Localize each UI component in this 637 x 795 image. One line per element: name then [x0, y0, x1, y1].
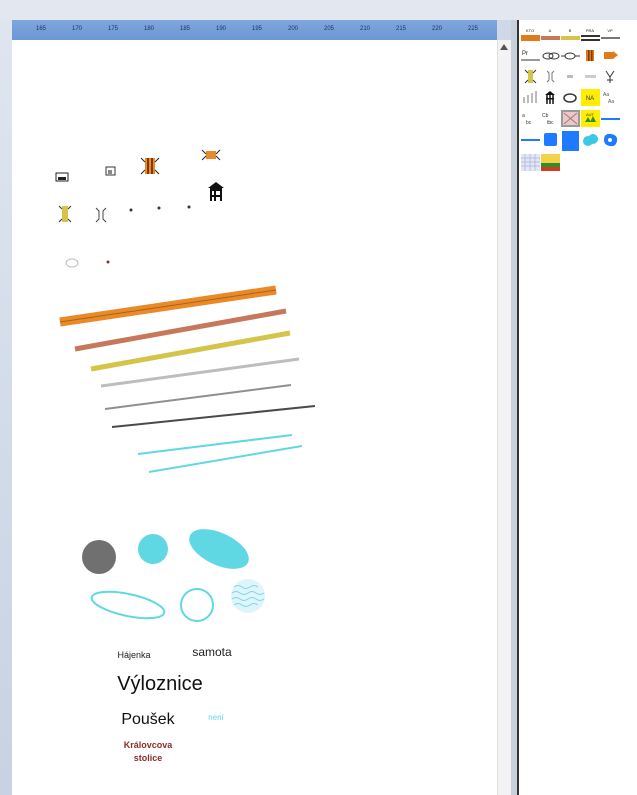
ruler-tick: 180 [143, 26, 155, 32]
palette-bridge-olive-icon[interactable] [521, 68, 540, 85]
palette-swatch-gray[interactable]: VP [601, 26, 620, 43]
palette-na-label-tool[interactable]: NA [581, 89, 600, 106]
ruler-tick: 175 [107, 26, 119, 32]
point-marker-icon[interactable] [157, 206, 161, 210]
cyan-lake-shape[interactable] [183, 521, 255, 577]
palette-pond-tool[interactable] [561, 131, 580, 151]
palette-dot-icon[interactable] [561, 68, 580, 85]
cyan-outline-circle[interactable] [180, 588, 214, 622]
ruler-tick: 165 [35, 26, 47, 32]
bridge-small-orange-icon[interactable] [201, 149, 221, 161]
swatch-label: NA [586, 96, 594, 102]
palette-blue-line-tool[interactable] [601, 110, 620, 127]
point-marker-icon[interactable] [187, 205, 191, 209]
palette-label-caps-tool[interactable]: Cb tbc [541, 110, 560, 127]
swatch-label: AUT [586, 112, 595, 117]
swatch-label: Pr [522, 51, 528, 57]
palette-wetland-pattern-tool[interactable] [521, 154, 540, 171]
bridge-gray-icon[interactable] [95, 207, 107, 223]
palette-river-tool[interactable] [521, 131, 540, 148]
swatch-label: A [549, 28, 552, 33]
point-marker-icon[interactable] [129, 208, 133, 212]
label-pousek[interactable]: Poušek [121, 711, 174, 729]
palette-swatch-brown[interactable]: A [541, 26, 560, 43]
red-point-icon[interactable] [106, 260, 110, 264]
ruler-tick: 185 [179, 26, 191, 32]
lookout-tower-icon[interactable] [208, 182, 224, 201]
palette-label-small-tool[interactable]: a bc [521, 110, 540, 127]
palette-chain-icon[interactable] [561, 47, 580, 64]
palette-swatch-double[interactable]: PRA [581, 26, 600, 43]
palette-fence-icon[interactable] [521, 89, 540, 106]
spring-icon[interactable] [65, 258, 79, 268]
ruler-tick: 195 [251, 26, 263, 32]
ruler-tick: 200 [287, 26, 299, 32]
symbol-palette: KTO A B PRA VP Pr NA Aa Aa a bc Cb tbc A… [517, 20, 637, 795]
palette-bridge-gray-icon[interactable] [541, 68, 560, 85]
palette-water-square-tool[interactable] [541, 131, 560, 148]
vertical-scrollbar[interactable] [497, 40, 512, 795]
bridge-olive-icon[interactable] [58, 205, 72, 223]
label-samota[interactable]: samota [192, 645, 231, 659]
line-samples [59, 285, 316, 473]
palette-blob-tool[interactable] [601, 131, 620, 148]
map-canvas[interactable]: Hájenka samota Výloznice Poušek není Krá… [12, 40, 497, 795]
wetland-pattern-shape[interactable] [231, 579, 265, 613]
ruler-tick: 215 [395, 26, 407, 32]
label-hajenka[interactable]: Hájenka [117, 650, 150, 660]
window-left-edge [0, 0, 12, 795]
palette-aut-area-tool[interactable]: AUT [581, 110, 600, 127]
label-stolice[interactable]: stolice [134, 753, 163, 763]
palette-hatch-area-selected[interactable] [561, 110, 580, 127]
palette-bridge-arrow-icon[interactable] [601, 47, 620, 64]
horizontal-ruler: 165 170 175 180 185 190 195 200 205 210 … [12, 20, 497, 41]
palette-fork-icon[interactable] [601, 68, 620, 85]
map-symbols-layer [55, 149, 316, 624]
ruler-tick: 210 [359, 26, 371, 32]
path-gray-line[interactable] [104, 384, 292, 410]
palette-text-tool[interactable]: Aa Aa [601, 89, 620, 106]
swatch-label: VP [607, 28, 613, 33]
palette-field-pattern-tool[interactable] [541, 154, 560, 171]
palette-dash-icon[interactable] [581, 68, 600, 85]
palette-link-icon[interactable] [541, 47, 560, 64]
palette-ring-icon[interactable] [561, 89, 580, 106]
ruler-tick: 170 [71, 26, 83, 32]
gray-circle-shape[interactable] [82, 540, 116, 574]
ruler-tick: 220 [431, 26, 443, 32]
window-top-edge [0, 0, 637, 20]
svg-text:a: a [522, 113, 525, 119]
palette-swatch-olive[interactable]: B [561, 26, 580, 43]
ruler-tick: 190 [215, 26, 227, 32]
ruler-tick: 205 [323, 26, 335, 32]
cyan-outline-ellipse[interactable] [90, 587, 167, 624]
small-house-icon[interactable] [105, 166, 116, 176]
label-kralovcova[interactable]: Královcova [124, 740, 173, 750]
label-neni[interactable]: není [208, 713, 224, 722]
forest-lodge-icon[interactable] [55, 172, 69, 182]
svg-text:bc: bc [526, 120, 532, 126]
svg-text:tbc: tbc [547, 120, 554, 126]
palette-tower-icon[interactable] [541, 89, 560, 106]
swatch-label: KTO [526, 28, 534, 33]
palette-swatch-orange[interactable]: KTO [521, 26, 540, 43]
swatch-label: PRA [586, 28, 595, 33]
scroll-up-arrow-icon[interactable] [500, 44, 508, 50]
bridge-orange-icon[interactable] [140, 157, 160, 175]
ruler-tick: 225 [467, 26, 479, 32]
path-dark-line[interactable] [111, 405, 316, 428]
palette-bridge-orange-icon[interactable] [581, 47, 600, 64]
label-vyloznice[interactable]: Výloznice [117, 673, 203, 696]
palette-cloud-tool[interactable] [581, 131, 600, 148]
palette-pr-tool[interactable]: Pr [521, 47, 540, 64]
svg-text:Aa: Aa [608, 99, 614, 105]
swatch-label: B [569, 28, 572, 33]
svg-text:Cb: Cb [542, 113, 549, 119]
svg-text:Aa: Aa [603, 92, 609, 98]
cyan-circle-shape[interactable] [138, 534, 168, 564]
